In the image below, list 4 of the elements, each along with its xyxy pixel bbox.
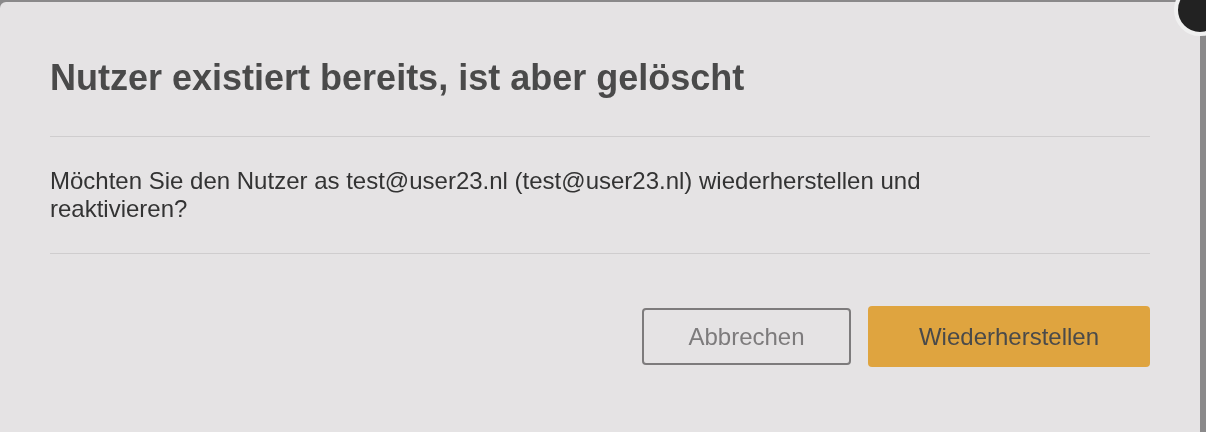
dialog-title: Nutzer existiert bereits, ist aber gelöscht xyxy=(50,54,1150,137)
dialog-message: Möchten Sie den Nutzer as test@user23.nl (test@user23.nl) wiederherstellen und reaktivieren? xyxy=(50,167,922,223)
restore-button[interactable]: Wiederherstellen xyxy=(868,306,1150,367)
cancel-button[interactable]: Abbrechen xyxy=(642,308,851,365)
